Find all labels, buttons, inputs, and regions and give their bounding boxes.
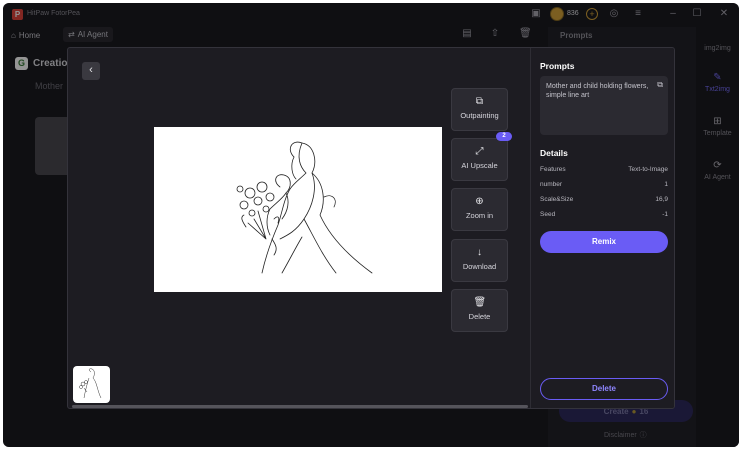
copy-icon[interactable]: ⧉ (657, 80, 663, 89)
trash-icon: 🗑 (473, 297, 487, 308)
image-thumbnail[interactable] (73, 366, 110, 403)
zoom-in-button[interactable]: ⊕ Zoom in (451, 188, 508, 231)
zoom-in-icon: ⊕ (475, 196, 484, 207)
horizontal-scrollbar[interactable] (72, 405, 528, 408)
detail-row-number: number 1 (540, 181, 668, 188)
generated-image (154, 127, 442, 292)
detail-value: 16,9 (655, 196, 668, 203)
delete-tool-label: Delete (468, 312, 491, 321)
detail-value: Text-to-Image (628, 166, 668, 173)
upscale-icon: ⤢ (475, 146, 484, 157)
detail-value: 1 (664, 181, 668, 188)
detail-row-scale-size: Scale&Size 16,9 (540, 196, 668, 203)
prompts-title: Prompts (540, 61, 575, 71)
download-icon: ↓ (477, 247, 482, 258)
details-panel: Prompts Mother and child holding flowers… (530, 48, 674, 408)
detail-key: Scale&Size (540, 196, 574, 203)
image-preview-modal: ‹ ⧉ Outpainting ⤢ AI Upscale 2 ⊕ Zoom in… (67, 47, 675, 409)
ai-upscale-button[interactable]: ⤢ AI Upscale (451, 138, 508, 181)
detail-row-features: Features Text-to-Image (540, 166, 668, 173)
detail-row-seed: Seed -1 (540, 211, 668, 218)
download-label: Download (462, 262, 497, 271)
download-button[interactable]: ↓ Download (451, 239, 508, 282)
app-window: P HitPaw FotorPea ▣ 836 + ◎ ≡ – ☐ ✕ ⌂ Ho… (3, 3, 739, 447)
details-title: Details (540, 148, 568, 158)
delete-tool-button[interactable]: 🗑 Delete (451, 289, 508, 332)
line-art-illustration (236, 141, 373, 274)
outpainting-label: Outpainting (460, 111, 499, 120)
detail-key: number (540, 181, 563, 188)
delete-button[interactable]: Delete (540, 378, 668, 400)
thumbnail-illustration (79, 368, 102, 399)
detail-key: Features (540, 166, 566, 173)
outpainting-button[interactable]: ⧉ Outpainting (451, 88, 508, 131)
upscale-cost-badge: 2 (496, 132, 512, 141)
detail-value: -1 (662, 211, 668, 218)
detail-key: Seed (540, 211, 556, 218)
remix-button[interactable]: Remix (540, 231, 668, 253)
zoom-in-label: Zoom in (465, 211, 494, 220)
back-button[interactable]: ‹ (82, 62, 100, 80)
outpaint-icon: ⧉ (475, 96, 484, 107)
prompt-text-box: Mother and child holding flowers, simple… (540, 76, 668, 135)
prompt-text: Mother and child holding flowers, simple… (546, 83, 649, 99)
ai-upscale-label: AI Upscale (461, 161, 498, 170)
